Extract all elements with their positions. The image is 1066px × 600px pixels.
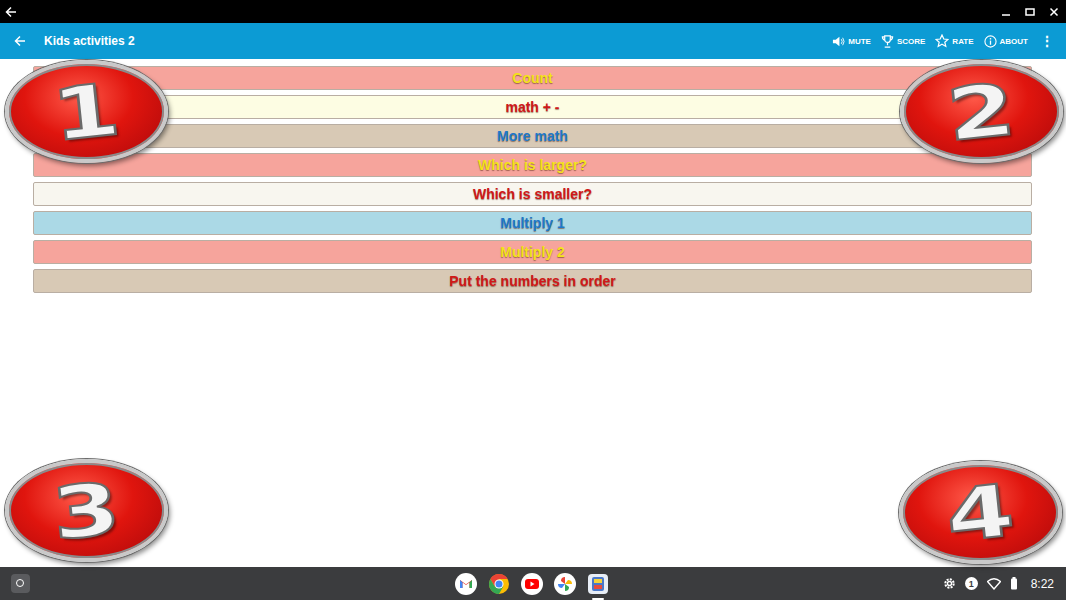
maximize-icon[interactable] — [1024, 6, 1036, 18]
screen: Kids activities 2 MUTE SCORE RATE ABOUT ⋮ Coun… — [0, 0, 1066, 600]
badge-number: 3 — [49, 471, 124, 550]
activity-button[interactable]: Count — [33, 66, 1032, 90]
gear-icon — [943, 577, 956, 590]
action-label: SCORE — [897, 37, 925, 46]
activity-button[interactable]: Put the numbers in order — [33, 269, 1032, 293]
gmail-icon[interactable] — [455, 573, 477, 595]
photos-icon[interactable] — [554, 573, 576, 595]
number-badge[interactable]: 1 — [5, 60, 168, 163]
action-button[interactable]: ABOUT — [984, 35, 1028, 48]
activity-label: More math — [489, 125, 576, 147]
action-label: MUTE — [848, 37, 871, 46]
chrome-icon[interactable] — [488, 573, 510, 595]
taskbar: 1 8:22 — [0, 567, 1066, 600]
number-badge[interactable]: 4 — [899, 461, 1062, 564]
kids-app-shelf-item[interactable] — [587, 573, 609, 595]
action-label: RATE — [952, 37, 973, 46]
app-bar: Kids activities 2 MUTE SCORE RATE ABOUT ⋮ — [0, 23, 1066, 59]
minimize-icon[interactable] — [1000, 6, 1012, 18]
action-button[interactable]: SCORE — [881, 35, 925, 48]
action-button[interactable]: RATE — [935, 34, 973, 48]
active-indicator — [592, 598, 604, 600]
launcher-icon[interactable] — [11, 574, 30, 593]
activity-button[interactable]: Which is larger? — [33, 153, 1032, 177]
clock: 8:22 — [1031, 577, 1054, 591]
badge-number: 2 — [944, 72, 1019, 151]
star-icon — [935, 34, 949, 48]
battery-icon — [1010, 577, 1018, 590]
trophy-icon — [881, 35, 894, 48]
app-actions: MUTE SCORE RATE ABOUT ⋮ — [832, 33, 1056, 49]
activity-label: Which is smaller? — [465, 183, 600, 205]
activity-label: Multiply 2 — [492, 241, 573, 263]
activity-label: Multiply 1 — [492, 212, 573, 234]
back-arrow-icon[interactable] — [5, 6, 17, 18]
activity-button[interactable]: Multiply 2 — [33, 240, 1032, 264]
kids-app-icon — [587, 573, 609, 595]
activity-button[interactable]: Multiply 1 — [33, 211, 1032, 235]
info-icon — [984, 35, 997, 48]
number-badge[interactable]: 2 — [900, 60, 1063, 163]
badge-number: 4 — [943, 473, 1018, 552]
status-tray[interactable]: 1 8:22 — [943, 577, 1054, 591]
app-shelf — [455, 567, 609, 600]
youtube-icon[interactable] — [521, 573, 543, 595]
wifi-icon — [987, 578, 1001, 590]
notification-count: 1 — [965, 577, 978, 590]
action-button[interactable]: MUTE — [832, 35, 871, 48]
more-menu-button[interactable]: ⋮ — [1038, 33, 1056, 49]
activity-button[interactable]: More math — [33, 124, 1032, 148]
activity-button[interactable]: math + - — [33, 95, 1032, 119]
back-arrow-icon[interactable] — [14, 35, 26, 47]
activity-button[interactable]: Which is smaller? — [33, 182, 1032, 206]
speaker-icon — [832, 35, 845, 48]
activity-label: Which is larger? — [470, 154, 595, 176]
title-bar — [0, 0, 1066, 23]
window-controls — [1000, 6, 1060, 18]
app-title: Kids activities 2 — [44, 34, 135, 48]
number-badge[interactable]: 3 — [5, 459, 168, 562]
activity-label: math + - — [497, 96, 567, 118]
close-icon[interactable] — [1048, 6, 1060, 18]
action-label: ABOUT — [1000, 37, 1028, 46]
activity-label: Put the numbers in order — [441, 270, 623, 292]
activity-label: Count — [504, 67, 560, 89]
badge-number: 1 — [49, 72, 124, 151]
